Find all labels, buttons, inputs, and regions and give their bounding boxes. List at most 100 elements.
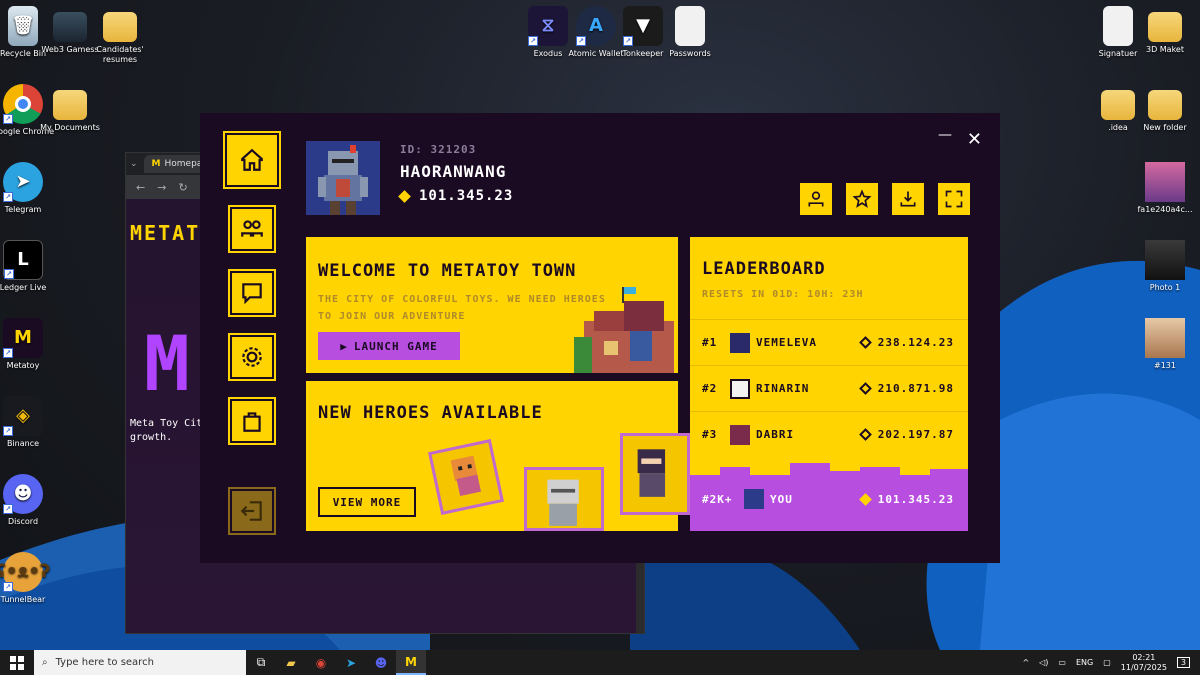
new-heroes-card: NEW HEROES AVAILABLE VIEW MORE (306, 381, 690, 531)
welcome-card: WELCOME TO METATOY TOWN THE CITY OF COLO… (306, 237, 678, 373)
download-icon (900, 191, 916, 207)
ninja-hero-icon (637, 449, 666, 497)
launch-game-button[interactable]: ▶ LAUNCH GAME (318, 332, 460, 360)
sidebar-logout-button[interactable] (228, 487, 276, 535)
player-avatar[interactable] (306, 141, 380, 215)
chrome-taskbar-icon[interactable]: ◉ (306, 650, 336, 675)
diamond-icon (858, 492, 872, 506)
metatoy-app-window: — ✕ ID: 321203 HAORANWANG 101.345.23 WEL… (200, 113, 1000, 563)
metatoy-favicon-icon: M (151, 159, 161, 169)
forward-icon[interactable]: → (157, 181, 166, 194)
diamond-icon (858, 336, 872, 349)
users-icon (241, 220, 263, 237)
sidebar-friends-button[interactable] (228, 205, 276, 253)
castle-illustration (574, 287, 674, 373)
desktop-icon-my-documents[interactable]: My Documents (35, 84, 105, 133)
avatar (730, 332, 750, 353)
knight-avatar-icon (306, 141, 380, 215)
document-icon (675, 6, 705, 46)
top-action-bar (800, 183, 970, 215)
image-icon (1145, 240, 1185, 280)
taskbar: ⌕ Type here to search ⧉ ▰ ◉ ➤ ☻ M ^ ◁) ▭… (0, 650, 1200, 675)
task-view-icon[interactable]: ⧉ (246, 650, 276, 675)
network-icon[interactable]: ▭ (1058, 658, 1066, 667)
folder-icon (1148, 90, 1182, 120)
desktop-icon-3d-maket[interactable]: 3D Maket (1130, 6, 1200, 55)
folder-icon (103, 12, 137, 42)
profile-button[interactable] (800, 183, 832, 215)
notifications-button[interactable]: 3 (1176, 657, 1190, 668)
achievements-button[interactable] (846, 183, 878, 215)
reload-icon[interactable]: ↻ (178, 181, 187, 194)
folder-icon (53, 12, 87, 42)
image-icon (1145, 162, 1185, 202)
volume-icon[interactable]: ◁) (1039, 658, 1048, 667)
hero-card-fox[interactable] (428, 439, 504, 515)
desktop-icon-metatoy[interactable]: M ↗ Metatoy (0, 318, 58, 371)
page-tagline: Meta Toy Cit growth. (130, 418, 203, 443)
diamond-icon (858, 382, 872, 395)
back-icon[interactable]: ← (136, 181, 145, 194)
windows-icon (10, 655, 24, 670)
language-indicator[interactable]: ENG (1076, 658, 1093, 667)
desktop-icon-ledger-live[interactable]: L ↗ Ledger Live (0, 240, 58, 293)
desktop-icon-fa1e240a4c[interactable]: fa1e240a4c... (1130, 162, 1200, 215)
fullscreen-button[interactable] (938, 183, 970, 215)
leaderboard-row[interactable]: #3 DABRI 202.197.87 (690, 411, 968, 457)
desktop-icon-131[interactable]: #131 (1130, 318, 1200, 371)
hero-card-knight[interactable] (524, 467, 604, 531)
fullscreen-icon (945, 190, 963, 208)
start-button[interactable] (0, 650, 34, 675)
chat-icon (242, 283, 262, 305)
clock[interactable]: 02:21 11/07/2025 (1121, 653, 1167, 673)
leaderboard-row[interactable]: #1 VEMELEVA 238.124.23 (690, 319, 968, 365)
leaderboard-you-row[interactable]: #2K+ YOU 101.345.23 (690, 463, 968, 531)
sidebar-shop-button[interactable] (228, 397, 276, 445)
download-button[interactable] (892, 183, 924, 215)
desktop-icon-photo-1[interactable]: Photo 1 (1130, 240, 1200, 293)
hero-card-ninja[interactable] (620, 433, 690, 515)
ledger-icon: L ↗ (3, 240, 43, 280)
fox-hero-icon (450, 455, 481, 497)
minimize-button[interactable]: — (938, 127, 952, 143)
telegram-taskbar-icon[interactable]: ➤ (336, 650, 366, 675)
player-balance: 101.345.23 (398, 188, 513, 204)
file-explorer-icon[interactable]: ▰ (276, 650, 306, 675)
desktop-icon-tunnelbear[interactable]: ʕ•ᴥ•ʔ ↗ TunnelBear (0, 552, 58, 605)
sidebar-home-button[interactable] (223, 131, 281, 189)
desktop-icon-new-folder[interactable]: New folder (1130, 84, 1200, 133)
display-icon[interactable]: ▢ (1103, 658, 1111, 667)
diamond-icon (858, 428, 872, 441)
desktop-icon-candidates-resumes[interactable]: Candidates' resumes (85, 6, 155, 65)
heroes-title: NEW HEROES AVAILABLE (318, 403, 543, 423)
star-icon (852, 189, 872, 208)
taskbar-search[interactable]: ⌕ Type here to search (34, 650, 246, 675)
desktop-icon-discord[interactable]: ☻ ↗ Discord (0, 474, 58, 527)
search-icon: ⌕ (42, 657, 48, 668)
tunnelbear-icon: ʕ•ᴥ•ʔ ↗ (0, 552, 50, 592)
leaderboard-row[interactable]: #2 RINARIN 210.871.98 (690, 365, 968, 411)
metatoy-taskbar-icon[interactable]: M (396, 650, 426, 675)
desktop-icon-telegram[interactable]: ➤ ↗ Telegram (0, 162, 58, 215)
avatar (744, 489, 764, 509)
home-icon (241, 148, 263, 171)
view-more-button[interactable]: VIEW MORE (318, 487, 416, 517)
player-id: ID: 321203 (400, 143, 477, 156)
sidebar-chat-button[interactable] (228, 269, 276, 317)
player-name: HAORANWANG (400, 162, 507, 181)
leaderboard-title: LEADERBOARD (702, 259, 826, 279)
recycle-bin-icon: 🗑 (8, 6, 38, 46)
telegram-icon: ➤ ↗ (3, 162, 43, 202)
system-tray: ^ ◁) ▭ ENG ▢ 02:21 11/07/2025 3 (1022, 650, 1200, 675)
logout-icon (240, 501, 262, 521)
discord-icon: ☻ ↗ (3, 474, 43, 514)
metatoy-icon: M ↗ (3, 318, 43, 358)
desktop-icon-binance[interactable]: ◈ ↗ Binance (0, 396, 58, 449)
close-button[interactable]: ✕ (967, 129, 982, 150)
chevron-down-icon[interactable]: ⌄ (130, 159, 138, 169)
sidebar-settings-button[interactable] (228, 333, 276, 381)
welcome-title: WELCOME TO METATOY TOWN (318, 261, 577, 281)
discord-taskbar-icon[interactable]: ☻ (366, 650, 396, 675)
chevron-up-icon[interactable]: ^ (1022, 658, 1029, 667)
desktop-icon-passwords[interactable]: Passwords (655, 6, 725, 59)
